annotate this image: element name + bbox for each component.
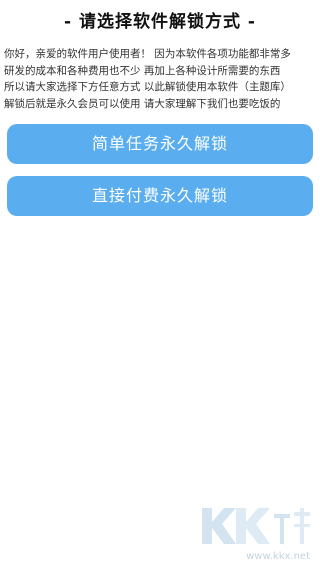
intro-line: 解锁后就是永久会员可以使用 请大家理解下我们也要吃饭的	[4, 97, 281, 110]
watermark-url: www.kkx.net	[246, 551, 310, 562]
intro-line: 所以请大家选择下方任意方式 以此解锁使用本软件（主题库）	[4, 81, 291, 93]
intro-text: 你好，亲爱的软件用户使用者！ 因为本软件各项功能都非常多 研发的成本和各种费用也…	[4, 46, 316, 112]
task-unlock-button[interactable]: 简单任务永久解锁	[7, 124, 313, 164]
page-title: - 请选择软件解锁方式 -	[64, 12, 256, 32]
pay-unlock-button[interactable]: 直接付费永久解锁	[7, 176, 313, 216]
intro-line: 研发的成本和各种费用也不少 再加上各种设计所需要的东西	[4, 64, 281, 77]
kk-logo-icon	[202, 508, 310, 544]
watermark-logo: www.kkx.net	[198, 502, 314, 562]
unlock-page: - 请选择软件解锁方式 - 你好，亲爱的软件用户使用者！ 因为本软件各项功能都非…	[0, 0, 320, 568]
intro-line: 你好，亲爱的软件用户使用者！ 因为本软件各项功能都非常多	[4, 48, 291, 60]
